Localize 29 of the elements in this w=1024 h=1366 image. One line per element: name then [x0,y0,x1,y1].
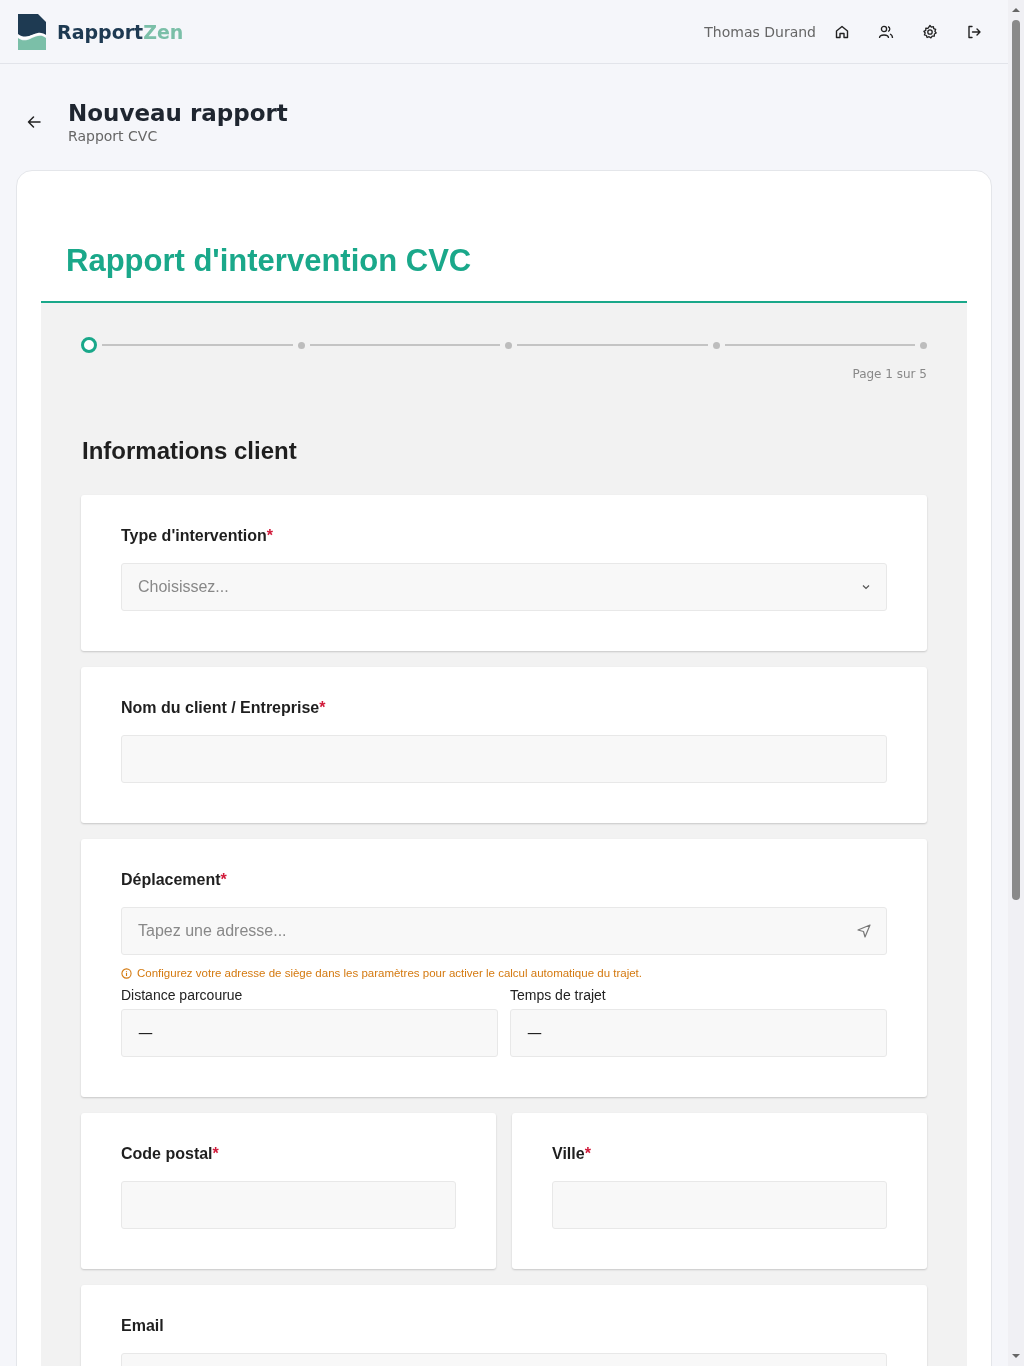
field-label: Email [121,1317,165,1335]
scroll-down-arrow-icon[interactable] [1011,1352,1021,1360]
readonly-field: — [121,1009,498,1057]
home-icon[interactable] [834,23,850,40]
field-label: Ville* [552,1145,592,1163]
info-icon [121,967,132,979]
brand-name: RapportZen [57,20,184,43]
logout-icon[interactable] [966,23,982,40]
field-label: Code postal* [121,1145,220,1163]
logo-icon [16,13,48,50]
address-field[interactable]: Tapez une adresse... [121,907,887,955]
readonly-field: — [510,1009,887,1057]
field-label: Distance parcourue [121,987,244,1003]
field-label: Nom du client / Entreprise* [121,699,327,717]
hint-text: Configurez votre adresse de siège dans les paramètres pour activer le calcul automatique du trajet. [137,967,642,979]
users-icon[interactable] [878,23,894,40]
user-name: Thomas Durand [704,23,816,40]
settings-icon[interactable] [922,23,938,40]
navigation-arrow-icon[interactable] [856,923,872,939]
field-label: Déplacement* [121,871,228,889]
field-label: Temps de trajet [510,987,607,1003]
page-indicator: Page 1 sur 5 [852,367,927,381]
page-subtitle: Rapport CVC [68,128,159,144]
select-field[interactable]: Choisissez... [121,563,887,611]
page-title: Nouveau rapport [68,100,288,126]
section-title: Informations client [82,437,298,465]
scroll-up-arrow-icon[interactable] [1011,6,1021,14]
back-arrow-icon[interactable] [26,114,42,130]
field-label: Type d'intervention* [121,527,274,545]
